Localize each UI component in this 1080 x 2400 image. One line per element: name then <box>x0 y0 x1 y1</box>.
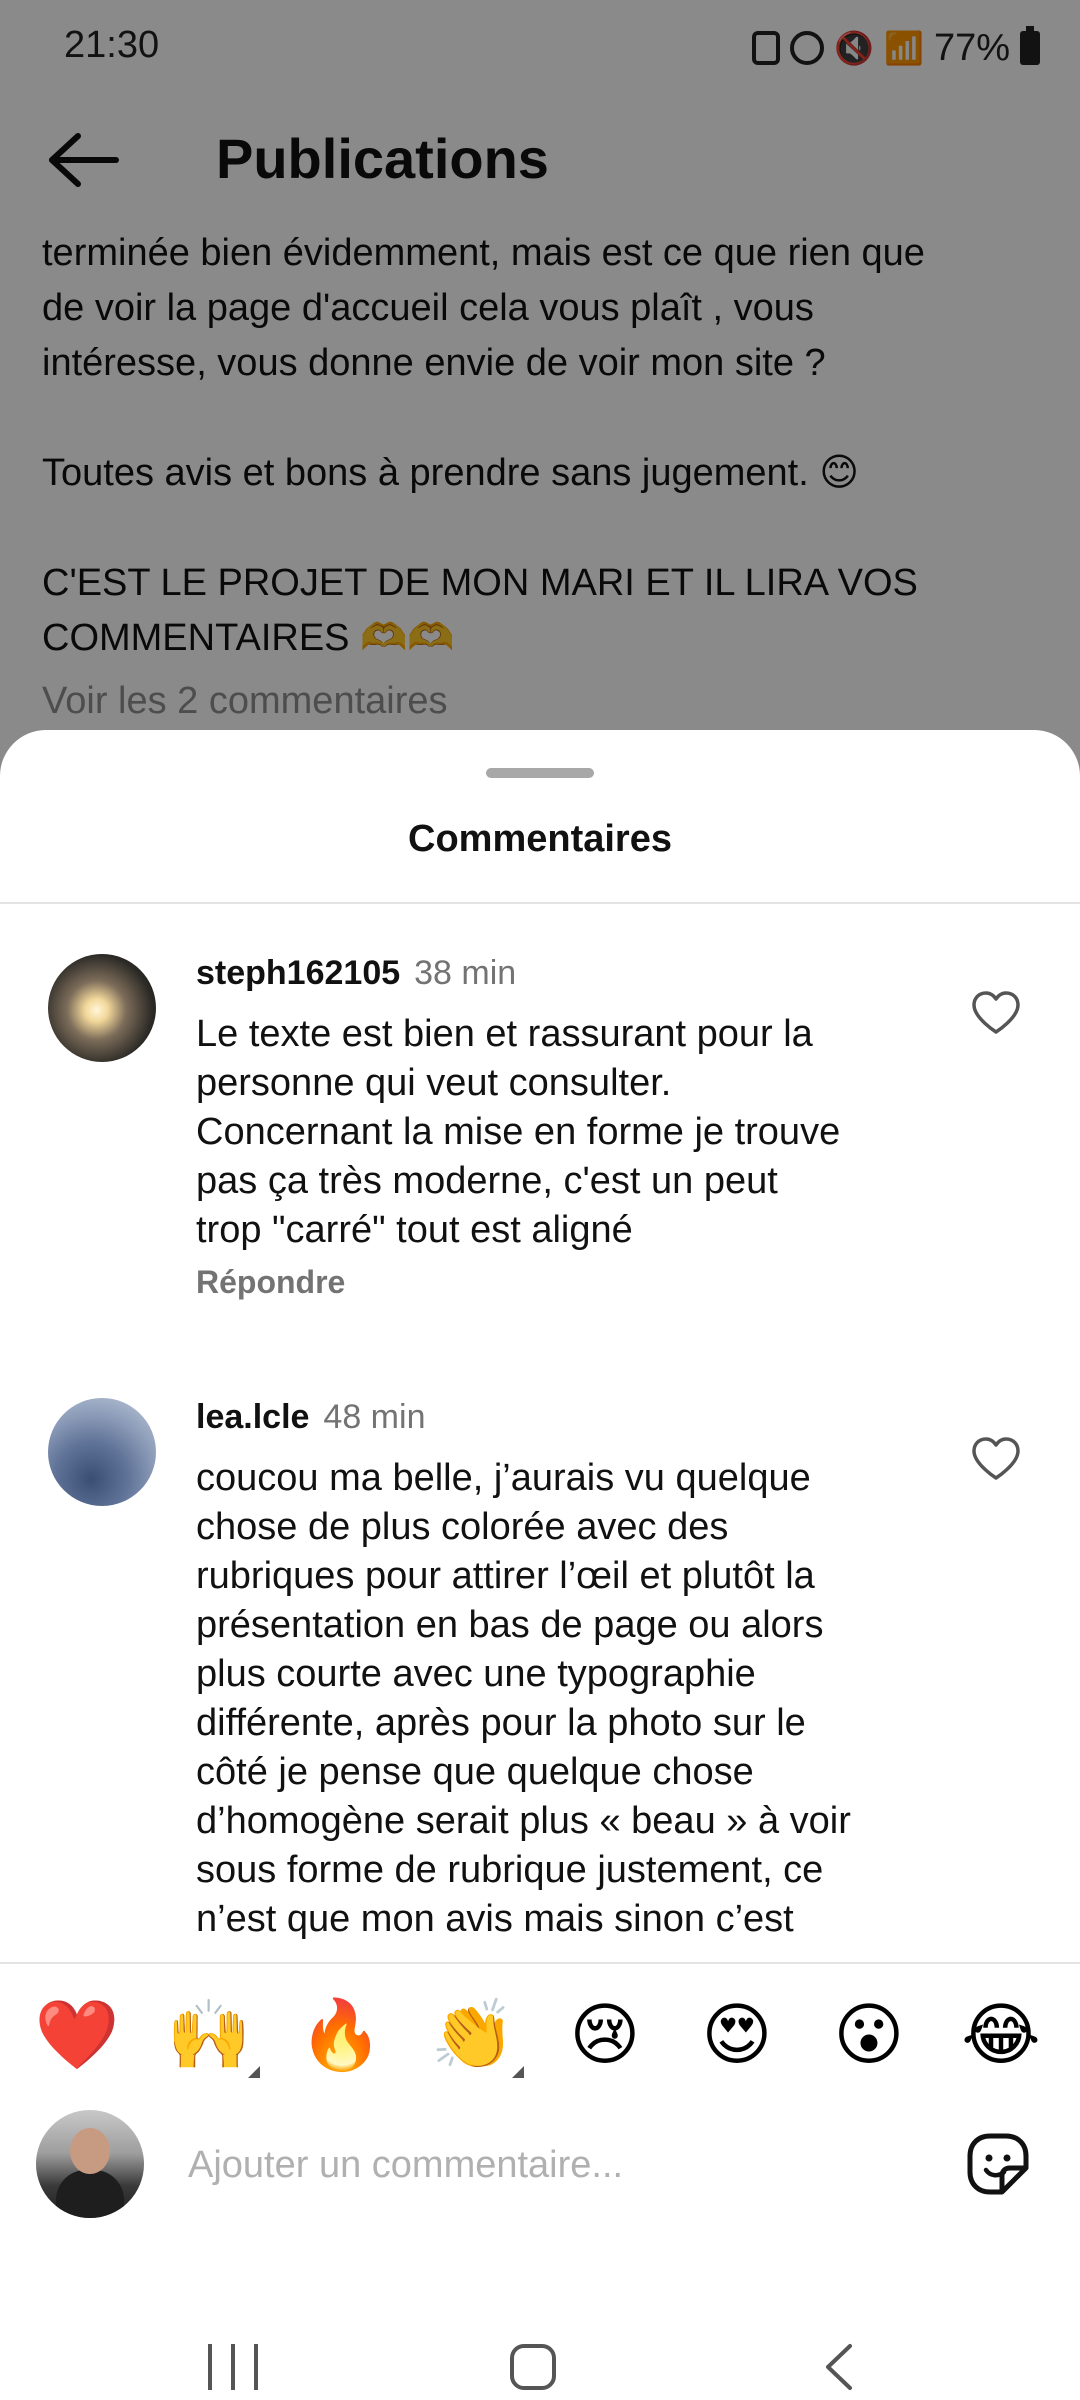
reply-button[interactable]: Répondre <box>196 1264 345 1301</box>
comment-line: Concernant la mise en forme je trouve <box>196 1111 841 1153</box>
skin-tone-indicator <box>512 2066 524 2078</box>
comment-line: n’est que mon avis mais sinon c’est <box>196 1898 794 1940</box>
comment-username[interactable]: lea.lcle <box>196 1398 309 1436</box>
comment-line: trop "carré" tout est aligné <box>196 1209 633 1251</box>
comments-list: steph162105 38 min Le texte est bien et r… <box>0 904 1080 1952</box>
heart-icon[interactable] <box>970 1436 1022 1482</box>
comment-header: steph162105 38 min <box>196 954 516 993</box>
fire-emoji-button[interactable]: 🔥 <box>298 1992 384 2078</box>
avatar[interactable] <box>48 1398 156 1506</box>
heart-icon[interactable] <box>970 990 1022 1036</box>
comment-time: 48 min <box>323 1398 426 1436</box>
comment-composer <box>0 2110 1080 2230</box>
clapping-emoji-button[interactable]: 👏 <box>430 1992 516 2078</box>
comment-line: chose de plus colorée avec des <box>196 1506 729 1548</box>
divider <box>0 1962 1080 1964</box>
comment-input[interactable] <box>186 2124 890 2206</box>
comment-line: différente, après pour la photo sur le <box>196 1702 806 1744</box>
recent-apps-button[interactable] <box>208 2344 258 2390</box>
comment-line: pas ça très moderne, c'est un peut <box>196 1160 778 1202</box>
comment-line: d’homogène serait plus « beau » à voir <box>196 1800 851 1842</box>
nav-back-icon[interactable] <box>820 2342 860 2392</box>
comment-time: 38 min <box>414 954 517 992</box>
raising-hands-emoji-button[interactable]: 🙌 <box>166 1992 252 2078</box>
laughing-emoji-button[interactable]: 😂 <box>958 1992 1044 2078</box>
comment-line: plus courte avec une typographie <box>196 1653 756 1695</box>
comments-sheet: Commentaires steph162105 38 min Le texte … <box>0 730 1080 2400</box>
comment-header: lea.lcle 48 min <box>196 1398 425 1437</box>
my-avatar <box>36 2110 144 2218</box>
avatar[interactable] <box>48 954 156 1062</box>
home-button[interactable] <box>510 2344 556 2390</box>
quick-emoji-bar: ❤️ 🙌 🔥 👏 😢 😍 😮 😂 <box>0 1992 1080 2082</box>
surprised-emoji-button[interactable]: 😮 <box>826 1992 912 2078</box>
comment-line: coucou ma belle, j’aurais vu quelque <box>196 1457 811 1499</box>
comment-username[interactable]: steph162105 <box>196 954 400 992</box>
comment-text: coucou ma belle, j’aurais vu quelque cho… <box>196 1454 916 1952</box>
heart-eyes-emoji-button[interactable]: 😍 <box>694 1992 780 2078</box>
comment-line: personne qui veut consulter. <box>196 1062 672 1104</box>
comment-line: rubriques pour attirer l’œil et plutôt l… <box>196 1555 815 1597</box>
comment-text: Le texte est bien et rassurant pour la p… <box>196 1010 916 1255</box>
comment-line: présentation en bas de page ou alors <box>196 1604 824 1646</box>
sheet-title: Commentaires <box>408 818 672 860</box>
comment-line: Le texte est bien et rassurant pour la <box>196 1013 813 1055</box>
heart-emoji-button[interactable]: ❤️ <box>34 1992 120 2078</box>
skin-tone-indicator <box>248 2066 260 2078</box>
sheet-drag-handle[interactable] <box>486 768 594 778</box>
comment-line: sous forme de rubrique justement, ce <box>196 1849 824 1891</box>
comment-line: côté je pense que quelque chose <box>196 1751 754 1793</box>
sticker-icon[interactable] <box>960 2126 1036 2202</box>
comment-line: déjà bien comme ça (n’hésite pas à <box>196 1944 916 1952</box>
crying-emoji-button[interactable]: 😢 <box>562 1992 648 2078</box>
system-nav-bar <box>0 2330 1080 2400</box>
